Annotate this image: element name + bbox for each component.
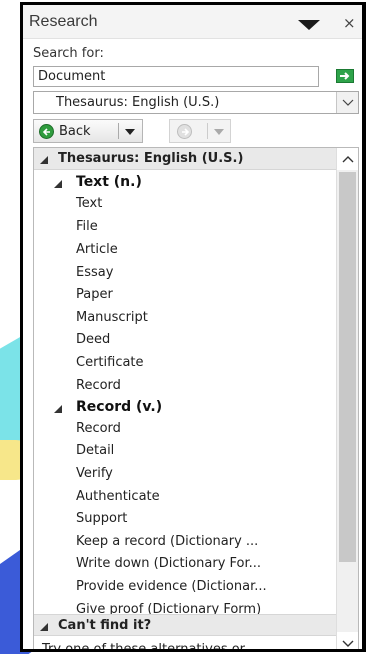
synonym-item[interactable]: Essay <box>76 265 113 280</box>
collapse-triangle-icon <box>40 623 48 631</box>
results-list: Thesaurus: English (U.S.) Text (n.) Text… <box>33 147 359 652</box>
group-heading-text-noun[interactable]: Text (n.) <box>34 172 336 194</box>
group-heading-record-verb[interactable]: Record (v.) <box>34 397 336 419</box>
scroll-up-button[interactable] <box>337 148 358 170</box>
search-label: Search for: <box>33 46 104 61</box>
research-pane: Research × Search for: Thesaurus: Englis… <box>20 2 366 652</box>
collapse-triangle-icon <box>54 180 62 188</box>
chevron-down-icon <box>342 640 354 647</box>
forward-divider <box>207 123 208 139</box>
group-heading-label: Text (n.) <box>76 174 142 190</box>
synonym-item[interactable]: Record <box>76 421 121 436</box>
synonym-item[interactable]: Paper <box>76 287 113 302</box>
synonym-item[interactable]: Record <box>76 378 121 393</box>
synonym-item[interactable]: Certificate <box>76 355 144 370</box>
source-dropdown-button[interactable] <box>336 92 358 113</box>
go-arrow-icon <box>340 72 350 80</box>
scroll-thumb[interactable] <box>339 172 356 562</box>
forward-arrow-icon <box>177 124 192 139</box>
close-icon[interactable]: × <box>343 14 356 32</box>
synonym-item[interactable]: File <box>76 219 98 234</box>
synonym-item[interactable]: Detail <box>76 443 114 458</box>
synonym-item[interactable]: Keep a record (Dictionary ... <box>76 534 258 549</box>
synonym-item[interactable]: Support <box>76 511 127 526</box>
synonym-item[interactable]: Text <box>76 196 102 211</box>
synonym-item[interactable]: Deed <box>76 332 110 347</box>
pane-title: Research <box>29 13 98 30</box>
synonym-item[interactable]: Verify <box>76 466 113 481</box>
chevron-down-icon <box>342 99 354 106</box>
collapse-triangle-icon <box>54 405 62 413</box>
research-source-value: Thesaurus: English (U.S.) <box>56 95 220 110</box>
forward-button[interactable] <box>169 119 231 143</box>
forward-history-dropdown-icon[interactable] <box>214 129 224 135</box>
research-source-select[interactable]: Thesaurus: English (U.S.) <box>33 91 359 114</box>
back-divider <box>118 123 119 139</box>
synonym-item[interactable]: Manuscript <box>76 310 148 325</box>
scroll-down-button[interactable] <box>337 632 358 649</box>
pane-titlebar: Research × <box>23 5 362 39</box>
back-history-dropdown-icon[interactable] <box>125 129 135 135</box>
back-arrow-icon <box>39 124 54 139</box>
synonym-item[interactable]: Write down (Dictionary For... <box>76 556 261 571</box>
cant-find-text: Try one of these alternatives or <box>42 642 246 652</box>
collapse-triangle-icon <box>40 156 48 164</box>
synonym-item[interactable]: Article <box>76 242 118 257</box>
back-label: Back <box>59 124 91 139</box>
results-source-title: Thesaurus: English (U.S.) <box>58 151 244 166</box>
back-button[interactable]: Back <box>33 119 143 143</box>
cant-find-title: Can't find it? <box>58 618 152 633</box>
group-heading-label: Record (v.) <box>76 399 163 415</box>
results-section-header[interactable]: Thesaurus: English (U.S.) <box>34 148 336 170</box>
start-search-button[interactable] <box>336 69 354 83</box>
chevron-up-icon <box>342 156 354 163</box>
synonym-item[interactable]: Authenticate <box>76 489 160 504</box>
pane-options-caret-icon[interactable] <box>298 20 320 30</box>
results-scrollbar[interactable] <box>336 148 358 649</box>
cant-find-section-header[interactable]: Can't find it? <box>34 614 336 636</box>
search-input[interactable] <box>33 66 319 87</box>
synonym-item[interactable]: Provide evidence (Dictionar... <box>76 579 267 594</box>
